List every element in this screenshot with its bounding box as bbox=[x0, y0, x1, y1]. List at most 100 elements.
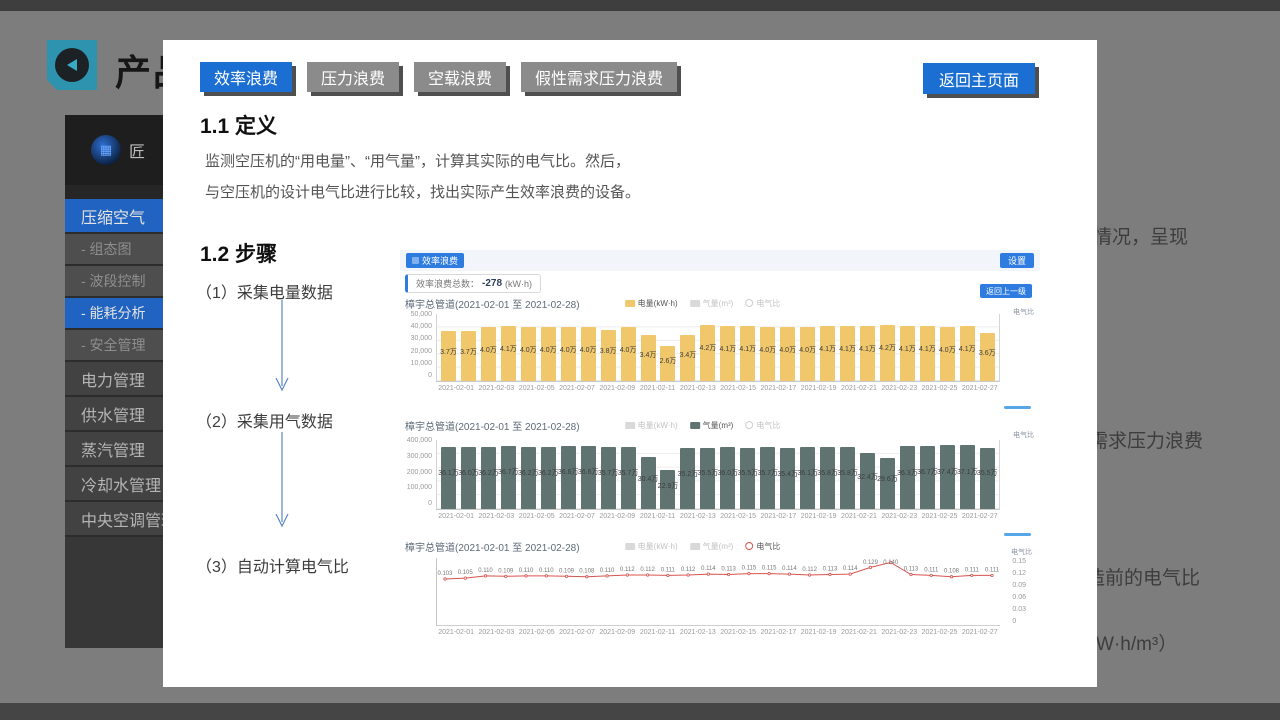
bar-2021-02-28: 3.6万 bbox=[980, 333, 995, 381]
step-1: （1）采集电量数据 bbox=[196, 279, 333, 303]
svg-text:0.111: 0.111 bbox=[985, 567, 1000, 573]
legend-item[interactable]: 气量(m³) bbox=[690, 298, 734, 309]
bar-2021-02-12: 2.6万 bbox=[660, 346, 675, 381]
svg-text:0.129: 0.129 bbox=[863, 560, 879, 566]
legend-item[interactable]: 电量(kW·h) bbox=[625, 541, 678, 552]
settings-button[interactable]: 设置 bbox=[1000, 253, 1034, 268]
bar-2021-02-05: 4.0万 bbox=[521, 327, 536, 381]
letterbox-top bbox=[0, 0, 1280, 11]
bg-text-fragment: 情况，呈现 bbox=[1093, 222, 1188, 249]
bar-2021-02-24: 36.3万 bbox=[900, 446, 915, 509]
sidebar-item-band-control[interactable]: - 波段控制 bbox=[65, 266, 163, 298]
bar-2021-02-16: 35.5万 bbox=[740, 448, 755, 509]
legend-item[interactable]: 气量(m³) bbox=[690, 541, 734, 552]
svg-text:0.115: 0.115 bbox=[742, 566, 757, 572]
bar-2021-02-04: 4.1万 bbox=[501, 326, 516, 381]
bar-2021-02-27: 37.1万 bbox=[960, 445, 975, 509]
sidebar-item-steam[interactable]: 蒸汽管理 bbox=[65, 432, 163, 467]
bar-2021-02-22: 32.4万 bbox=[860, 453, 875, 509]
step-2: （2）采集用气数据 bbox=[196, 408, 333, 432]
bar-2021-02-09: 35.7万 bbox=[601, 447, 616, 509]
svg-text:0.113: 0.113 bbox=[904, 567, 919, 573]
bar-2021-02-21: 4.1万 bbox=[840, 326, 855, 381]
bar-2021-02-24: 4.1万 bbox=[900, 326, 915, 381]
mini-scrollbar[interactable] bbox=[1004, 406, 1031, 409]
bar-2021-02-15: 4.1万 bbox=[720, 326, 735, 381]
sidebar-brand: 匠 bbox=[129, 138, 145, 162]
app-sidebar: ▦ 匠 压缩空气 - 组态图 - 波段控制 - 能耗分析 - 安全管理 电力管理… bbox=[65, 115, 163, 648]
sidebar-item-compressed-air[interactable]: 压缩空气 bbox=[65, 199, 163, 234]
svg-text:0.103: 0.103 bbox=[438, 571, 454, 577]
svg-text:0.108: 0.108 bbox=[579, 569, 595, 575]
bar-2021-02-14: 4.2万 bbox=[700, 325, 715, 381]
legend-item[interactable]: 电量(kW·h) bbox=[625, 298, 678, 309]
svg-text:0.114: 0.114 bbox=[701, 566, 716, 572]
bar-2021-02-16: 4.1万 bbox=[740, 326, 755, 381]
sidebar-filler bbox=[65, 537, 163, 648]
step-3: （3）自动计算电气比 bbox=[196, 553, 349, 577]
content-panel: 效率浪费 压力浪费 空载浪费 假性需求压力浪费 返回主页面 1.1 定义 监测空… bbox=[163, 40, 1097, 687]
svg-text:0.112: 0.112 bbox=[640, 567, 655, 573]
mini-scrollbar[interactable] bbox=[1004, 533, 1031, 536]
sidebar-item-hvac[interactable]: 中央空调管理 bbox=[65, 502, 163, 537]
svg-text:0.112: 0.112 bbox=[802, 567, 817, 573]
bar-2021-02-19: 4.0万 bbox=[800, 327, 815, 381]
svg-text:0.111: 0.111 bbox=[965, 567, 980, 573]
bar-2021-02-05: 36.2万 bbox=[521, 447, 536, 509]
tab-pressure-waste[interactable]: 压力浪费 bbox=[307, 62, 399, 92]
bar-2021-02-10: 4.0万 bbox=[621, 327, 636, 381]
sidebar-item-safety[interactable]: - 安全管理 bbox=[65, 330, 163, 362]
bar-2021-02-08: 4.0万 bbox=[581, 327, 596, 381]
svg-text:0.115: 0.115 bbox=[762, 566, 777, 572]
bar-2021-02-15: 36.0万 bbox=[720, 447, 735, 509]
waste-type-tabs: 效率浪费 压力浪费 空载浪费 假性需求压力浪费 bbox=[200, 62, 677, 92]
y-axis: 400,000300,000200,000100,0000 bbox=[400, 437, 436, 507]
tab-noload-waste[interactable]: 空载浪费 bbox=[414, 62, 506, 92]
tab-efficiency-waste[interactable]: 效率浪费 bbox=[200, 62, 292, 92]
sidebar-item-power[interactable]: 电力管理 bbox=[65, 362, 163, 397]
chart-legend: 电量(kW·h) 气量(m³) 电气比 bbox=[625, 420, 781, 431]
sidebar-item-water[interactable]: 供水管理 bbox=[65, 397, 163, 432]
legend-item[interactable]: 电量(kW·h) bbox=[625, 420, 678, 431]
right-axis-label: 电气比 bbox=[1013, 430, 1034, 440]
bar-2021-02-08: 36.6万 bbox=[581, 446, 596, 509]
bar-2021-02-23: 4.2万 bbox=[880, 325, 895, 381]
x-axis: 2021-02-012021-02-032021-02-052021-02-07… bbox=[436, 513, 1000, 520]
bar-2021-02-11: 30.4万 bbox=[641, 457, 656, 509]
svg-text:0.140: 0.140 bbox=[883, 560, 899, 566]
right-axis-label: 电气比 bbox=[1011, 547, 1032, 557]
legend-item[interactable]: 电气比 bbox=[745, 420, 780, 431]
bar-2021-02-21: 35.8万 bbox=[840, 447, 855, 509]
sidebar-item-cooling[interactable]: 冷却水管理 bbox=[65, 467, 163, 502]
bar-2021-02-02: 3.7万 bbox=[461, 331, 476, 381]
bar-2021-02-17: 4.0万 bbox=[760, 327, 775, 381]
legend-item[interactable]: 电气比 bbox=[745, 541, 780, 552]
sidebar-item-energy-analysis[interactable]: - 能耗分析 bbox=[65, 298, 163, 330]
down-arrow-icon bbox=[273, 298, 291, 394]
bar-2021-02-26: 4.0万 bbox=[940, 327, 955, 381]
bar-2021-02-20: 35.8万 bbox=[820, 447, 835, 509]
svg-text:0.110: 0.110 bbox=[539, 568, 554, 574]
bar-2021-02-27: 4.1万 bbox=[960, 326, 975, 381]
sidebar-item-topology[interactable]: - 组态图 bbox=[65, 234, 163, 266]
legend-item[interactable]: 气量(m³) bbox=[690, 420, 734, 431]
svg-text:0.108: 0.108 bbox=[944, 569, 960, 575]
bar-2021-02-17: 35.7万 bbox=[760, 447, 775, 509]
bar-2021-02-01: 3.7万 bbox=[441, 331, 456, 381]
bar-2021-02-07: 36.6万 bbox=[561, 446, 576, 509]
report-chart-gas: 樟宇总管道(2021-02-01 至 2021-02-28) 电量(kW·h)气… bbox=[400, 400, 1040, 532]
definition-heading: 1.1 定义 bbox=[200, 110, 277, 140]
x-axis: 2021-02-012021-02-032021-02-052021-02-07… bbox=[436, 385, 1000, 392]
bar-2021-02-11: 3.4万 bbox=[641, 335, 656, 381]
return-home-button[interactable]: 返回主页面 bbox=[923, 63, 1035, 94]
bg-text-fragment: W·h/m³） bbox=[1096, 629, 1177, 656]
right-axis-ticks: 0.150.120.090.060.030 bbox=[1012, 558, 1026, 625]
bar-2021-02-18: 4.0万 bbox=[780, 327, 795, 381]
svg-text:0.113: 0.113 bbox=[721, 567, 736, 573]
report-chart-ratio: 樟宇总管道(2021-02-01 至 2021-02-28) 电量(kW·h)气… bbox=[400, 533, 1040, 645]
legend-item[interactable]: 电气比 bbox=[745, 298, 780, 309]
bar-2021-02-09: 3.8万 bbox=[601, 330, 616, 381]
bar-2021-02-26: 37.4万 bbox=[940, 445, 955, 510]
tab-false-demand-pressure-waste[interactable]: 假性需求压力浪费 bbox=[521, 62, 677, 92]
chart-title: 樟宇总管道(2021-02-01 至 2021-02-28) bbox=[405, 296, 580, 311]
